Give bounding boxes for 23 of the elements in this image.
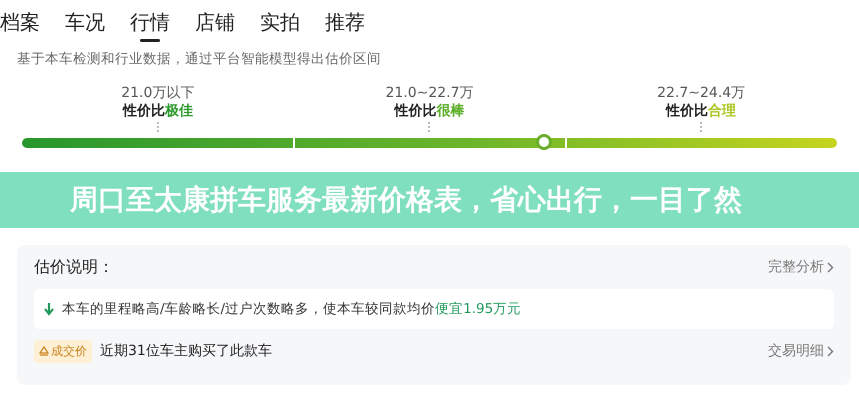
deal-text: 近期31位车主购买了此款车 — [100, 342, 272, 360]
price-range: 21.0万以下 — [121, 84, 194, 102]
note-text: 本车的里程略高/车龄略长/过户次数略多，使本车较同款均价便宜1.95万元 — [62, 300, 522, 318]
details-link[interactable]: 交易明细 — [768, 342, 834, 360]
price-range: 21.0~22.7万 — [385, 84, 474, 102]
nav-tab[interactable]: 行情 — [130, 8, 170, 44]
analysis-link[interactable]: 完整分析 — [768, 258, 834, 276]
value-rating: 性价比很棒 — [394, 102, 464, 120]
nav-tab[interactable]: 实拍 — [260, 8, 300, 44]
price-range: 22.7~24.4万 — [657, 84, 746, 102]
nav-tab[interactable]: 车况 — [65, 8, 105, 44]
banner-title: 周口至太康拼车服务最新价格表，省心出行，一目了然 — [0, 172, 859, 228]
nav-tab[interactable]: 推荐 — [325, 8, 365, 44]
badge-label: 成交价 — [51, 342, 87, 360]
chevron-icon — [827, 346, 834, 356]
value-rating: 性价比合理 — [666, 102, 736, 120]
subtitle: 基于本车检测和行业数据，通过平台智能模型得出估价区间 — [17, 50, 382, 68]
section-title: 估价说明： — [34, 256, 114, 278]
down-arrow-icon — [44, 302, 54, 316]
chevron-icon — [827, 262, 834, 272]
nav-tab[interactable]: 档案 — [0, 8, 40, 44]
value-rating: 性价比极佳 — [122, 102, 193, 120]
nav-tab[interactable]: 店铺 — [195, 8, 235, 44]
